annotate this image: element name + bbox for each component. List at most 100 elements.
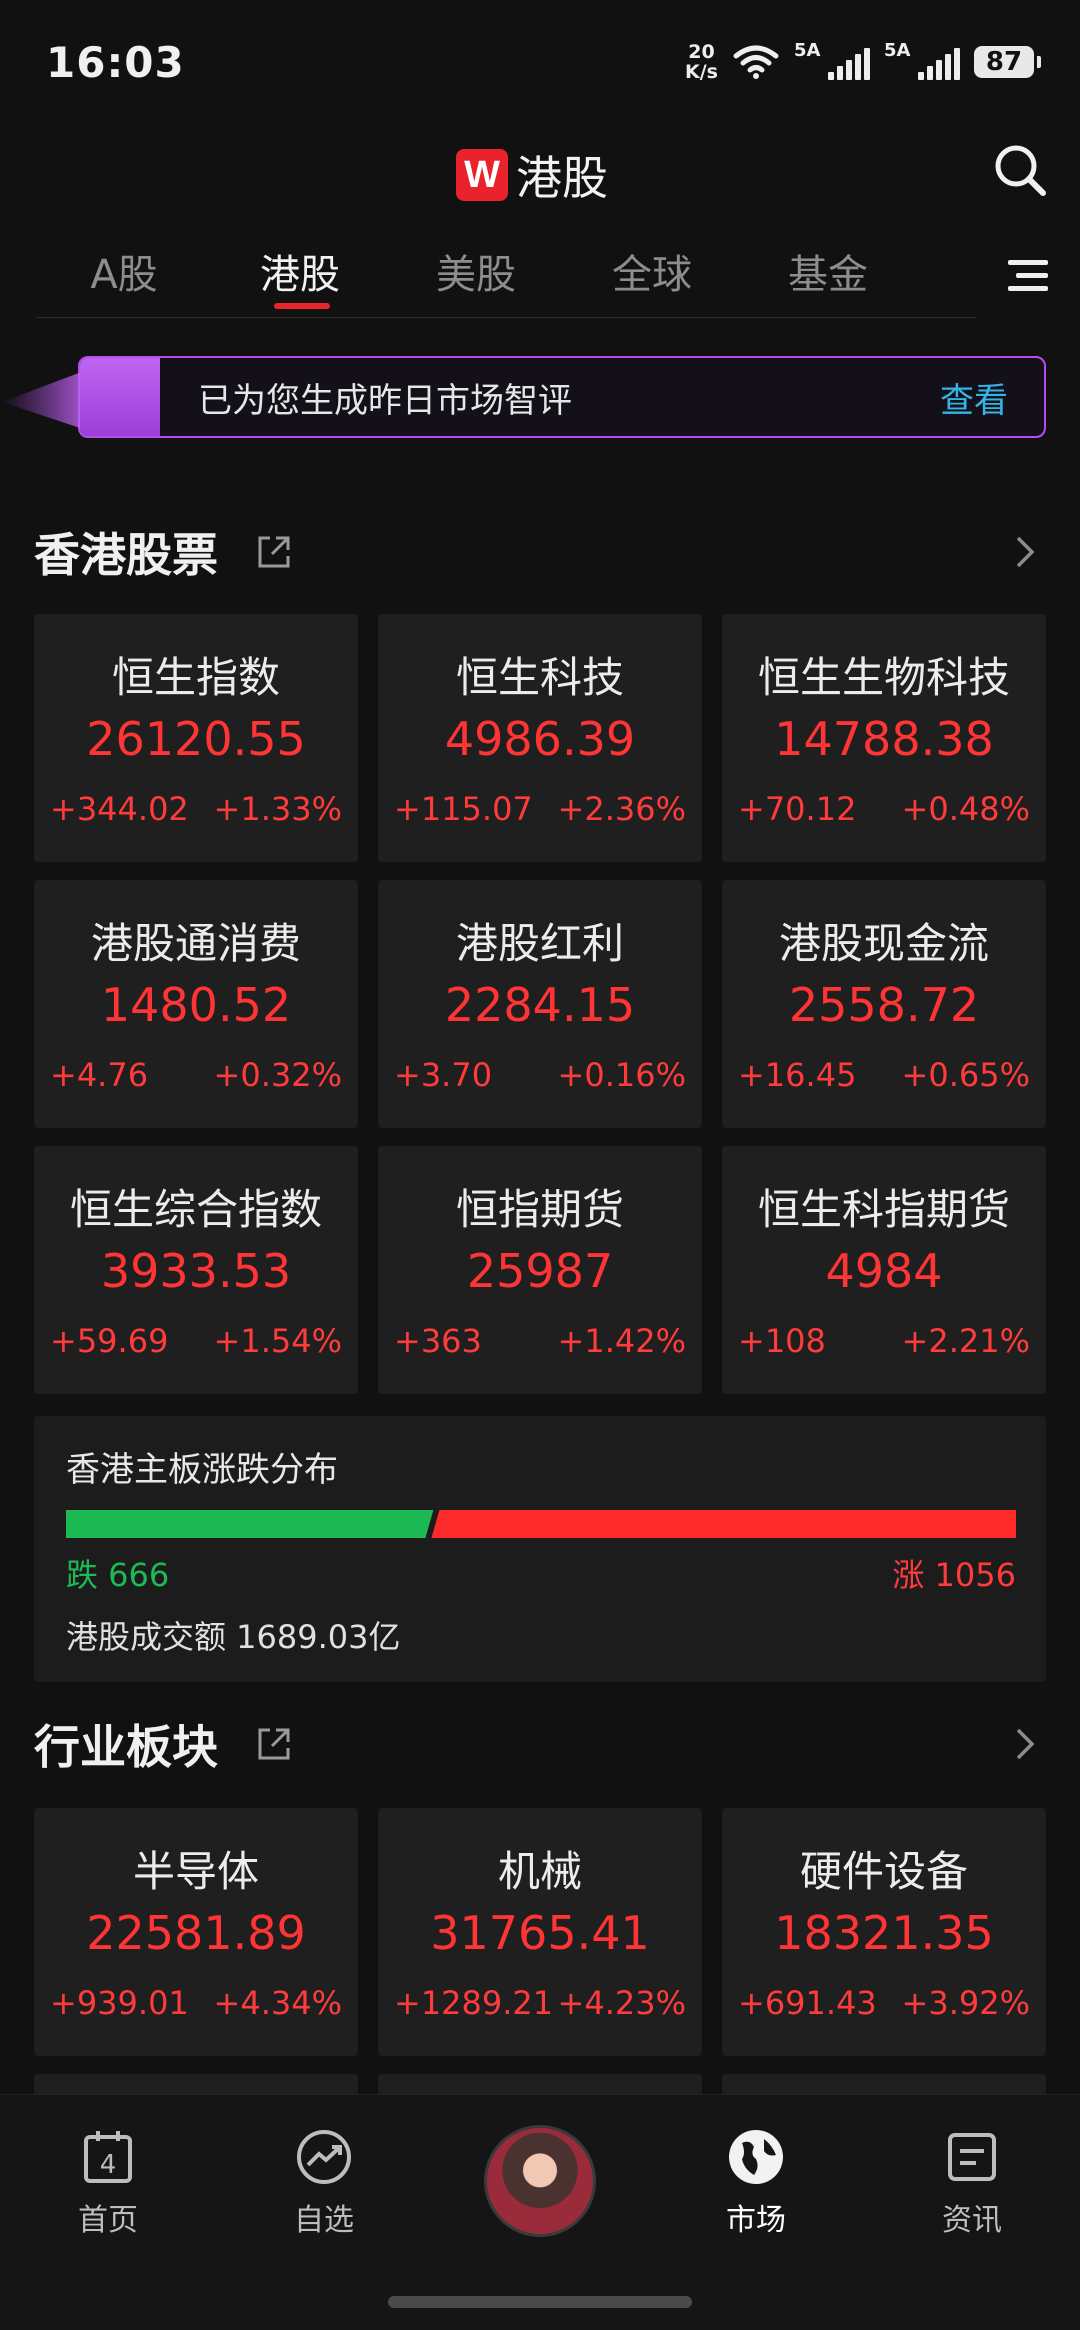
calendar-icon: 4 [84, 2131, 132, 2183]
view-link[interactable]: 查看 [940, 373, 1008, 422]
distribution-bar [66, 1510, 1016, 1538]
nav-home-label: 首页 [78, 2203, 138, 2238]
tab-a-shares[interactable]: A股 [36, 232, 212, 317]
signal-icon-sim2: 5A [884, 40, 960, 80]
index-change-percent: +2.21% [901, 1322, 1030, 1360]
index-change-percent: +3.92% [901, 1984, 1030, 2022]
index-card[interactable]: 恒生指数 26120.55 +344.02 +1.33% [34, 614, 358, 862]
sim2-label: 5A [884, 40, 911, 61]
index-change-percent: +0.65% [901, 1056, 1030, 1094]
rise-count: 涨 1056 [892, 1556, 1016, 1594]
tab-global[interactable]: 全球 [564, 232, 740, 317]
index-change: +344.02 [50, 790, 189, 828]
banner-accent [80, 358, 160, 436]
index-card[interactable]: 机械 31765.41 +1289.21 +4.23% [378, 1808, 702, 2056]
distribution-title: 香港主板涨跌分布 [66, 1450, 338, 1490]
tab-us-stocks[interactable]: 美股 [388, 232, 564, 317]
index-card[interactable]: 恒生综合指数 3933.53 +59.69 +1.54% [34, 1146, 358, 1394]
net-speed: 20 K/s [685, 42, 718, 82]
index-value: 22581.89 [86, 1906, 306, 1960]
fall-segment [66, 1510, 434, 1538]
ai-review-banner[interactable]: 已为您生成昨日市场智评 查看 [2, 356, 1046, 438]
index-change: +59.69 [50, 1322, 169, 1360]
home-indicator[interactable] [388, 2296, 692, 2308]
tab-funds[interactable]: 基金 [740, 232, 916, 317]
index-change: +4.76 [50, 1056, 149, 1094]
index-value: 3933.53 [100, 1244, 292, 1298]
net-speed-value: 20 [688, 41, 715, 63]
index-change: +691.43 [738, 1984, 877, 2022]
index-name: 半导体 [132, 1847, 259, 1896]
nav-market-label: 市场 [726, 2203, 786, 2238]
index-name: 恒生科指期货 [757, 1185, 1010, 1234]
news-icon [948, 2133, 996, 2181]
hk-section-header[interactable]: 香港股票 [0, 512, 1080, 592]
status-bar: 16:03 20 K/s 5A 5A 87 [0, 0, 1080, 124]
section-title: 行业板块 [34, 1720, 218, 1774]
index-card[interactable]: 恒生科指期货 4984 +108 +2.21% [722, 1146, 1046, 1394]
external-link-icon[interactable] [254, 1724, 294, 1764]
brand-logo: W [456, 149, 508, 201]
index-change-percent: +1.42% [557, 1322, 686, 1360]
nav-news[interactable]: 资讯 [902, 2125, 1042, 2239]
index-value: 4984 [825, 1244, 943, 1298]
index-value: 31765.41 [430, 1906, 650, 1960]
index-change-percent: +0.16% [557, 1056, 686, 1094]
index-change-percent: +4.23% [557, 1984, 686, 2022]
wifi-icon [733, 45, 779, 79]
index-change-percent: +0.32% [213, 1056, 342, 1094]
globe-icon [729, 2130, 783, 2184]
index-change: +115.07 [394, 790, 533, 828]
brand: W 港股 [456, 142, 608, 208]
index-change: +3.70 [394, 1056, 493, 1094]
index-value: 1480.52 [100, 978, 292, 1032]
rise-segment [431, 1510, 1016, 1538]
index-name: 恒生科技 [455, 653, 624, 702]
index-change-percent: +0.48% [901, 790, 1030, 828]
index-value: 26120.55 [86, 712, 306, 766]
index-value: 2284.15 [444, 978, 636, 1032]
chevron-right-icon[interactable] [1010, 532, 1040, 572]
search-icon[interactable] [990, 140, 1050, 200]
market-tabs: A股 港股 美股 全球 基金 商 [0, 232, 1080, 318]
trend-icon [297, 2130, 351, 2184]
index-card[interactable]: 恒生生物科技 14788.38 +70.12 +0.48% [722, 614, 1046, 862]
index-change-percent: +1.54% [213, 1322, 342, 1360]
tab-commodities[interactable]: 商 [916, 232, 976, 317]
chevron-right-icon[interactable] [1010, 1724, 1040, 1764]
sector-section-header[interactable]: 行业板块 [0, 1704, 1080, 1784]
battery-icon: 87 [974, 46, 1041, 78]
index-name: 恒生生物科技 [757, 653, 1010, 702]
nav-watchlist[interactable]: 自选 [254, 2125, 394, 2239]
fall-count: 跌 666 [66, 1556, 170, 1594]
external-link-icon[interactable] [254, 532, 294, 572]
tab-hk-stocks[interactable]: 港股 [212, 232, 388, 317]
index-name: 恒生指数 [111, 653, 280, 702]
index-value: 2558.72 [788, 978, 980, 1032]
index-name: 恒指期货 [455, 1185, 624, 1234]
section-title: 香港股票 [34, 528, 218, 582]
index-name: 港股红利 [455, 919, 624, 968]
index-card[interactable]: 港股通消费 1480.52 +4.76 +0.32% [34, 880, 358, 1128]
index-change: +939.01 [50, 1984, 189, 2022]
banner-text: 已为您生成昨日市场智评 [198, 380, 572, 421]
nav-market[interactable]: 市场 [686, 2125, 826, 2239]
rise-fall-distribution[interactable]: 香港主板涨跌分布 跌 666 涨 1056 港股成交额 1689.03亿 [34, 1416, 1046, 1682]
nav-news-label: 资讯 [942, 2203, 1002, 2238]
index-name: 机械 [497, 1847, 582, 1896]
index-value: 25987 [466, 1244, 614, 1298]
index-card[interactable]: 恒生科技 4986.39 +115.07 +2.36% [378, 614, 702, 862]
index-card[interactable]: 港股现金流 2558.72 +16.45 +0.65% [722, 880, 1046, 1128]
sim1-label: 5A [794, 40, 821, 61]
app-header: W 港股 [0, 124, 1080, 210]
index-change: +1289.21 [394, 1984, 554, 2022]
index-card[interactable]: 港股红利 2284.15 +3.70 +0.16% [378, 880, 702, 1128]
assistant-avatar[interactable] [484, 2125, 596, 2237]
nav-home[interactable]: 4 首页 [38, 2125, 178, 2239]
index-card[interactable]: 硬件设备 18321.35 +691.43 +3.92% [722, 1808, 1046, 2056]
menu-icon[interactable] [1006, 254, 1050, 298]
index-card[interactable]: 半导体 22581.89 +939.01 +4.34% [34, 1808, 358, 2056]
index-card[interactable]: 恒指期货 25987 +363 +1.42% [378, 1146, 702, 1394]
tabs-row: A股 港股 美股 全球 基金 商 [36, 232, 976, 318]
index-change: +363 [394, 1322, 482, 1360]
